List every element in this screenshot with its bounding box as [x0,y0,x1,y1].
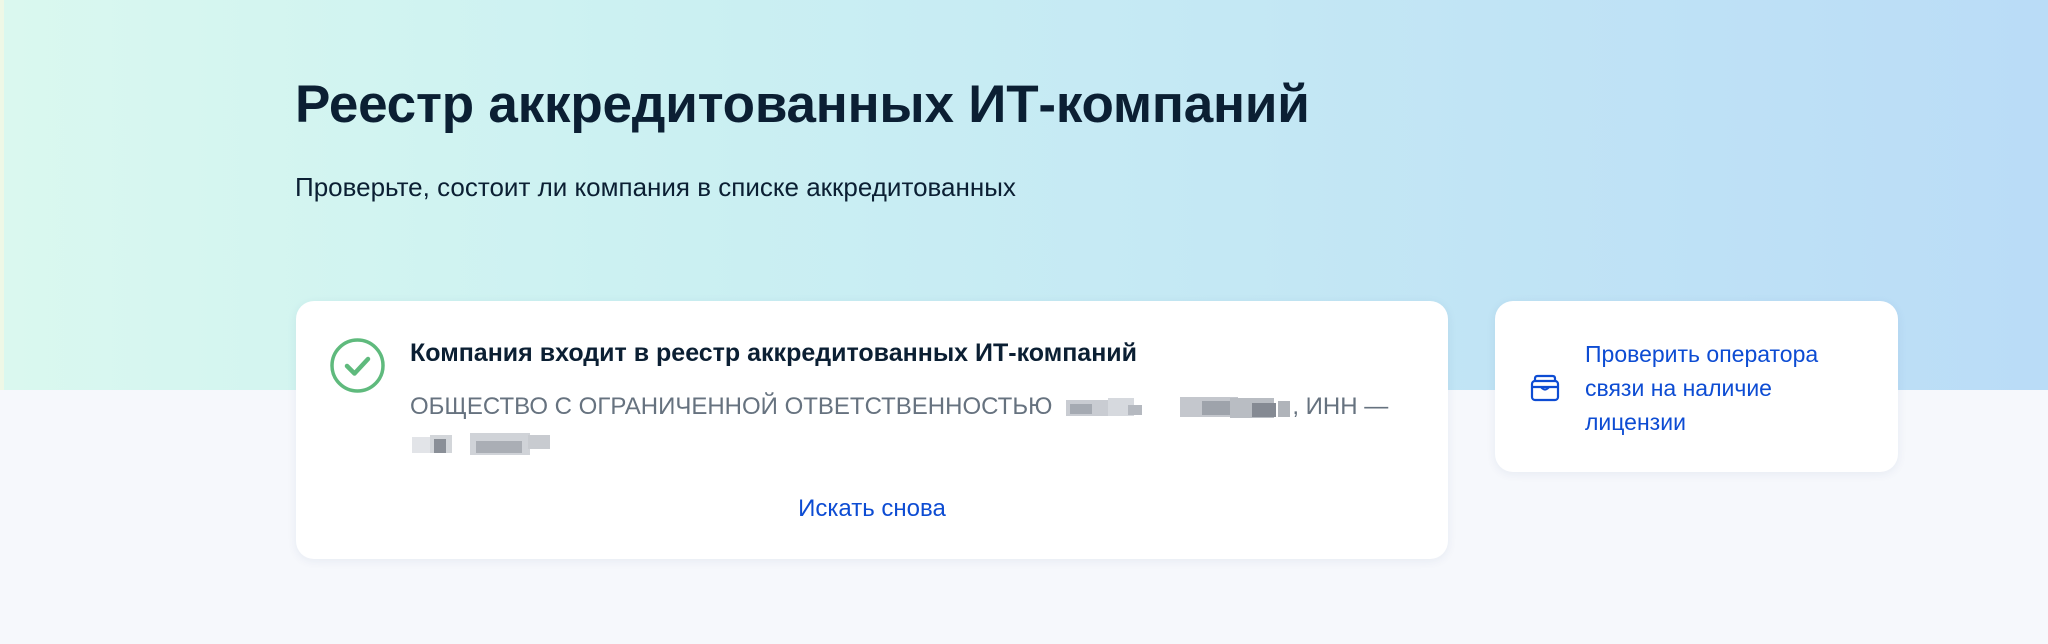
check-circle-icon [330,338,385,393]
result-card: Компания входит в реестр аккредитованных… [296,301,1448,559]
page-subtitle: Проверьте, состоит ли компания в списке … [295,172,1016,202]
hero-edge [0,0,4,390]
redacted-inn [410,431,570,457]
inn-label: , ИНН — [1292,393,1389,420]
check-operator-license-link[interactable]: Проверить оператора связи на наличие лиц… [1585,337,1875,439]
search-again-link[interactable]: Искать снова [296,495,1448,523]
operator-license-card[interactable]: Проверить оператора связи на наличие лиц… [1495,301,1898,472]
wallet-icon [1530,374,1560,402]
page-title: Реестр аккредитованных ИТ-компаний [295,75,1310,134]
company-name: ОБЩЕСТВО С ОГРАНИЧЕННОЙ ОТВЕТСТВЕННОСТЬЮ [410,393,1053,420]
page: Реестр аккредитованных ИТ-компаний Прове… [0,0,2048,644]
result-title: Компания входит в реестр аккредитованных… [410,339,1138,367]
company-info: ОБЩЕСТВО С ОГРАНИЧЕННОЙ ОТВЕТСТВЕННОСТЬЮ… [410,389,1410,461]
redacted-company-name [1052,395,1292,421]
